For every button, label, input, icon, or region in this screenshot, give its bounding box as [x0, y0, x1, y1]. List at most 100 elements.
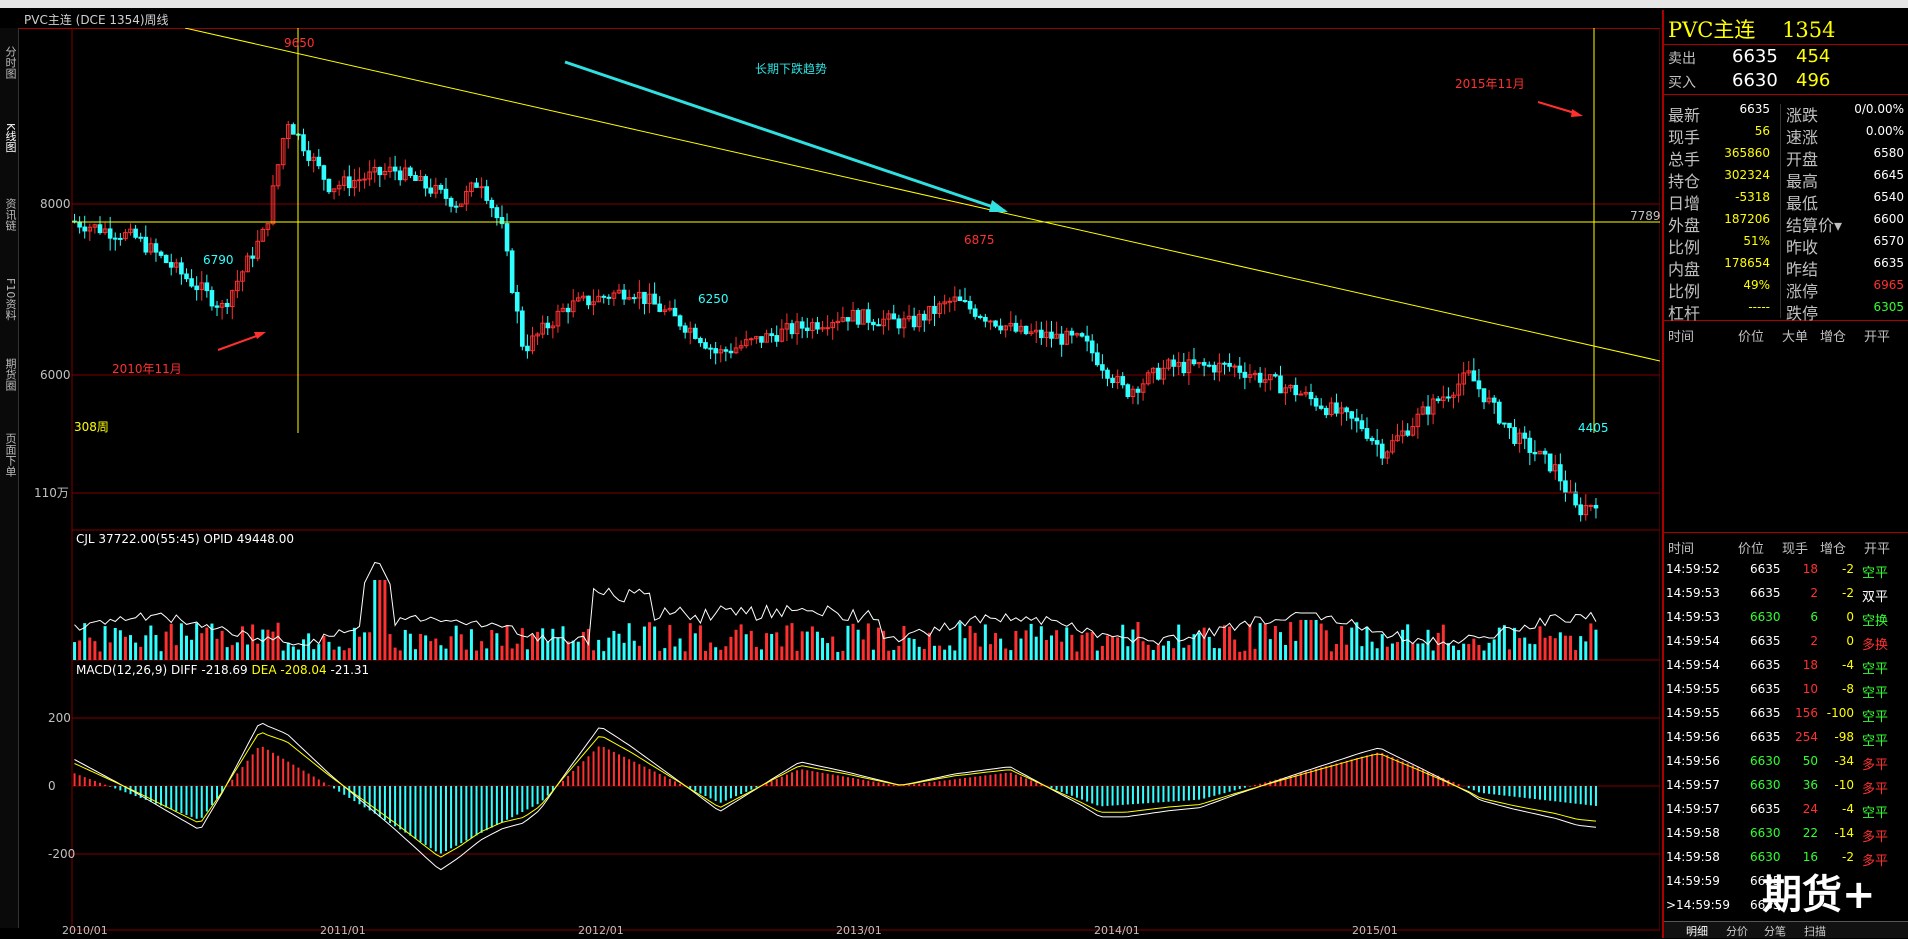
volume-bar [220, 630, 224, 660]
trades-header-4: 开平 [1864, 542, 1891, 557]
candle-body [993, 320, 998, 327]
candle-body [107, 228, 113, 239]
volume-bar [505, 624, 509, 660]
candle-body [921, 313, 927, 321]
candle-body [158, 251, 164, 256]
quote-row-value-2: 6600 [1873, 212, 1904, 226]
tab-3[interactable]: 扫描 [1804, 923, 1826, 939]
volume-bar [607, 637, 611, 660]
macd-tick-2: -200 [48, 847, 75, 861]
candle-body [1273, 374, 1278, 377]
high-label: 9650 [284, 36, 315, 50]
volume-bar [429, 641, 433, 660]
trade-type: 多平 [1862, 830, 1889, 845]
volume-bar [1523, 637, 1527, 660]
candle-body [815, 322, 820, 330]
down-trendline [184, 28, 1660, 362]
trade-time: 14:59:56 [1666, 730, 1720, 744]
volume-bar [1324, 630, 1328, 660]
candle-body [789, 323, 795, 335]
buy-price: 6630 [1732, 70, 1778, 91]
volume-bar [1487, 642, 1491, 660]
volume-bar [1569, 635, 1573, 660]
macd-tick-1: 0 [48, 779, 56, 793]
candle-body [204, 282, 210, 292]
volume-bar [1482, 650, 1486, 660]
tab-0[interactable]: 明细 [1686, 923, 1708, 939]
quote-sep-4 [1664, 532, 1908, 533]
volume-bar [1533, 644, 1537, 660]
volume-bar [215, 638, 219, 660]
volume-bar [347, 648, 351, 660]
volume-bar [134, 642, 138, 660]
trade-time: 14:59:52 [1666, 562, 1720, 576]
volume-bar [805, 631, 809, 660]
volume-bar [261, 629, 265, 660]
volume-bar [1513, 627, 1517, 660]
volume-bar [276, 622, 280, 660]
volume-bar [902, 625, 906, 660]
quote-row-label-2: 跌停 [1786, 304, 1819, 323]
volume-bar [1284, 644, 1288, 660]
volume-bar [917, 646, 921, 660]
trade-type: 空平 [1862, 734, 1889, 749]
volume-bar [1136, 622, 1140, 660]
volume-bar [530, 634, 534, 660]
candle-body [504, 223, 510, 252]
x-label-1: 2011/01 [320, 924, 366, 937]
candle-body [1507, 422, 1512, 429]
volume-bar [393, 647, 397, 660]
volume-bar [103, 626, 107, 660]
volume-bar [225, 647, 229, 660]
trade-qty: 50 [1802, 754, 1818, 768]
candle-body [1242, 371, 1248, 378]
volume-bar [1457, 650, 1461, 660]
big-order-header-4: 开平 [1864, 330, 1891, 345]
candle-body [1125, 384, 1131, 398]
trade-oi-change: -8 [1842, 682, 1854, 696]
candle-body [179, 262, 184, 275]
volume-bar [1268, 639, 1272, 660]
volume-bar [637, 645, 641, 660]
volume-bar [541, 628, 545, 660]
volume-bar [1553, 638, 1557, 660]
volume-bar [627, 623, 631, 660]
candle-body [1527, 437, 1533, 453]
trades-header-2: 现手 [1782, 542, 1809, 557]
volume-bar [714, 647, 718, 660]
volume-bar [1075, 651, 1079, 660]
candle-body [1512, 427, 1517, 444]
volume-bar [932, 645, 936, 660]
candle-body [759, 336, 764, 343]
volume-bar [1492, 639, 1496, 660]
kline-chart[interactable]: 8000 6000 7789 长期下跌趋势 2010年11月 2015年11月 9650 67… [0, 28, 1660, 938]
candle-body [1181, 361, 1187, 374]
volume-bar [927, 632, 931, 660]
candle-body [1227, 363, 1232, 367]
tab-2[interactable]: 分笔 [1764, 923, 1786, 939]
tab-1[interactable]: 分价 [1726, 923, 1748, 939]
candle-body [413, 174, 418, 181]
candle-body [1293, 384, 1299, 396]
trade-time: 14:59:55 [1666, 682, 1720, 696]
trade-price: 6635 [1750, 586, 1781, 600]
volume-bar [592, 650, 596, 660]
volume-bar [1294, 640, 1298, 660]
candle-body [586, 295, 591, 306]
quote-title: PVC主连 1354 [1668, 14, 1836, 44]
quote-row-label: 外盘 [1668, 216, 1701, 235]
volume-bar [469, 629, 473, 660]
candle-body [657, 303, 663, 312]
candle-body [642, 291, 647, 305]
volume-bar [1060, 641, 1064, 660]
quote-row-label-2: 涨跌 [1786, 106, 1819, 125]
trade-oi-change: -100 [1826, 706, 1854, 720]
trade-qty: 2 [1810, 634, 1818, 648]
candle-body [962, 300, 968, 303]
candle-body [423, 176, 428, 189]
trade-price: 6635 [1750, 658, 1781, 672]
volume-bar [765, 633, 769, 660]
left-red-arrow [217, 333, 263, 351]
volume-bar [1314, 620, 1318, 660]
volume-bar [877, 627, 881, 660]
